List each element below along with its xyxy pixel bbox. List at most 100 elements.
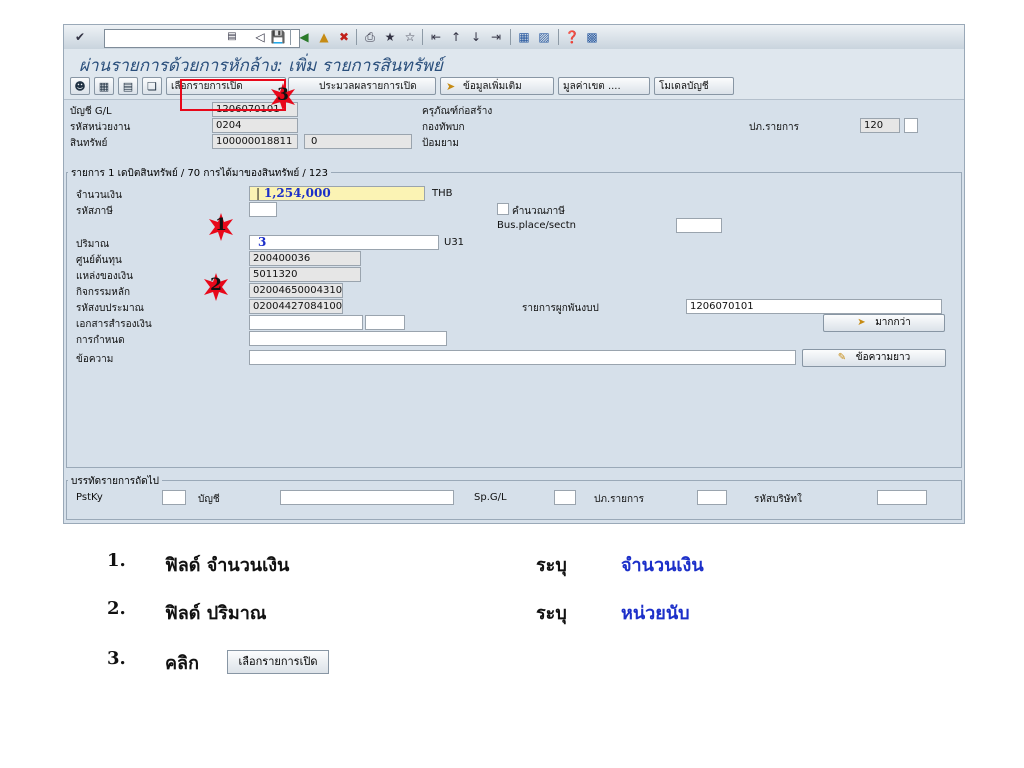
layout-menu-icon[interactable]: ▩ — [584, 29, 600, 45]
main-activity-label: กิจกรรมหลัก — [76, 287, 131, 298]
next-item-type-field[interactable] — [697, 490, 727, 505]
gl-account-text: ครุภัณฑ์ก่อสร้าง — [422, 106, 493, 117]
standard-toolbar: ✔ ▤ ◁ 💾 ◀ ▲ ✖ ⎙ ★ ☆ ⇤ ↑ ↓ ⇥ ▦ ▨ ❓ ▩ — [64, 25, 964, 50]
assignment-field[interactable] — [249, 331, 447, 346]
tax-code-label: รหัสภาษี — [76, 206, 113, 217]
person-icon[interactable]: ☻ — [70, 77, 90, 95]
item-type-checkbox[interactable] — [904, 118, 918, 133]
tax-code-field[interactable] — [249, 202, 277, 217]
cost-center-field: 200400036 — [249, 251, 361, 266]
amount-label: จำนวนเงิน — [76, 190, 122, 201]
amount-field[interactable]: | 1,254,000 — [249, 186, 425, 201]
more-button[interactable]: ➤ มากกว่า — [823, 314, 945, 332]
help-icon[interactable]: ❓ — [564, 29, 580, 45]
previous-page-icon[interactable]: ↑ — [448, 29, 464, 45]
instruction-1-value: จำนวนเงิน — [621, 555, 704, 576]
instruction-3-text: คลิก — [165, 653, 199, 674]
bus-place-label: Bus.place/sectn — [497, 220, 576, 231]
calc-tax-checkbox[interactable] — [497, 203, 509, 215]
next-account-field[interactable] — [280, 490, 454, 505]
instruction-2-value: หน่วยนับ — [621, 603, 690, 624]
next-page-icon[interactable]: ↓ — [468, 29, 484, 45]
instruction-3-button-image: เลือกรายการเปิด — [227, 650, 329, 674]
exit-icon[interactable]: ▲ — [316, 29, 332, 45]
budget-code-label: รหัสงบประมาณ — [76, 303, 144, 314]
pencil-icon: ✎ — [837, 352, 847, 363]
asset-label: สินทรัพย์ — [70, 138, 108, 149]
long-text-button-label: ข้อความยาว — [855, 352, 911, 363]
unit-code-label: รหัสหน่วยงาน — [70, 122, 131, 133]
spgl-field[interactable] — [554, 490, 576, 505]
marker-1: 1 — [206, 212, 236, 242]
simulate-icon[interactable]: ▤ — [118, 77, 138, 95]
asset-text: ป้อมยาม — [422, 138, 460, 149]
next-account-label: บัญชี — [198, 494, 220, 505]
asset-subnumber-field: 0 — [304, 134, 412, 149]
overview-icon[interactable]: ▦ — [94, 77, 114, 95]
work-area: บัญชี G/L 1206070101 ครุภัณฑ์ก่อสร้าง รห… — [64, 100, 964, 523]
binding-field[interactable]: 1206070101 — [686, 299, 942, 314]
marker-1-number: 1 — [215, 215, 227, 235]
fund-field: 5011320 — [249, 267, 361, 282]
binding-label: รายการผูกพันงบป — [522, 303, 599, 314]
process-open-items-button[interactable]: ประมวลผลรายการเปิด — [288, 77, 436, 95]
first-page-icon[interactable]: ⇤ — [428, 29, 444, 45]
toolbar-divider — [356, 29, 357, 45]
fund-label: แหล่งของเงิน — [76, 271, 133, 282]
marker-2: 2 — [201, 272, 231, 302]
currency-value-button[interactable]: มูลค่าเขต .... — [558, 77, 650, 95]
marker-3: 3 — [268, 82, 298, 112]
back-arrow-icon[interactable]: ◁ — [252, 29, 268, 45]
find-next-icon[interactable]: ☆ — [402, 29, 418, 45]
save-icon[interactable]: 💾 — [270, 29, 286, 45]
arrow-right-icon: ➤ — [446, 80, 456, 93]
earmark-doc-label: เอกสารสำรองเงิน — [76, 319, 152, 330]
unit-code-text: กองทัพบก — [422, 122, 465, 133]
additional-data-button[interactable]: ข้อมูลเพิ่มเติม — [440, 77, 554, 95]
next-line-group-title: บรรทัดรายการถัดไป — [68, 474, 162, 489]
pstky-label: PstKy — [76, 492, 103, 503]
toolbar-divider — [510, 29, 511, 45]
command-history-icon[interactable]: ▤ — [224, 29, 240, 45]
budget-code-field: 0200442708410002 — [249, 299, 343, 314]
currency-label: THB — [432, 188, 453, 199]
company-code-field[interactable] — [877, 490, 927, 505]
instruction-2-text: ฟิลด์ ปริมาณ — [165, 603, 267, 624]
back-icon[interactable]: ◀ — [296, 29, 312, 45]
instruction-1-verb: ระบุ — [536, 555, 567, 576]
calc-tax-label: คำนวณภาษี — [512, 206, 565, 217]
long-text-button[interactable]: ✎ ข้อความยาว — [802, 349, 946, 367]
amount-value: 1,254,000 — [263, 186, 331, 200]
account-model-button[interactable]: โมเดลบัญชี — [654, 77, 734, 95]
quantity-label: ปริมาณ — [76, 239, 110, 250]
instruction-1-number: 1. — [107, 550, 126, 571]
find-icon[interactable]: ★ — [382, 29, 398, 45]
more-button-label: มากกว่า — [875, 317, 911, 328]
gl-account-label: บัญชี G/L — [70, 106, 112, 117]
cancel-icon[interactable]: ✖ — [336, 29, 352, 45]
instruction-2-verb: ระบุ — [536, 603, 567, 624]
bus-place-field[interactable] — [676, 218, 722, 233]
print-icon[interactable]: ⎙ — [362, 29, 378, 45]
item-group-title: รายการ 1 เดบิตสินทรัพย์ / 70 การได้มาของ… — [68, 166, 332, 181]
text-field[interactable] — [249, 350, 796, 365]
instruction-2-number: 2. — [107, 598, 126, 619]
enter-check-icon[interactable]: ✔ — [72, 29, 88, 45]
last-page-icon[interactable]: ⇥ — [488, 29, 504, 45]
instruction-3-number: 3. — [107, 648, 126, 669]
pstky-field[interactable] — [162, 490, 186, 505]
spgl-label: Sp.G/L — [474, 492, 507, 503]
earmark-doc-field[interactable] — [249, 315, 363, 330]
shortcut-icon[interactable]: ▨ — [536, 29, 552, 45]
arrow-right-icon: ➤ — [857, 317, 866, 328]
instruction-1-text: ฟิลด์ จำนวนเงิน — [165, 555, 290, 576]
new-session-icon[interactable]: ▦ — [516, 29, 532, 45]
quantity-field[interactable]: 3 — [249, 235, 439, 250]
toolbar-divider — [290, 29, 291, 45]
earmark-item-field[interactable] — [365, 315, 405, 330]
text-label: ข้อความ — [76, 354, 114, 365]
main-activity-field: 02004650004310 — [249, 283, 343, 298]
next-item-type-label: ปภ.รายการ — [594, 494, 645, 505]
title-bar: ผ่านรายการด้วยการหักล้าง: เพิ่ม รายการสิ… — [64, 49, 964, 76]
copy-icon[interactable]: ❏ — [142, 77, 162, 95]
